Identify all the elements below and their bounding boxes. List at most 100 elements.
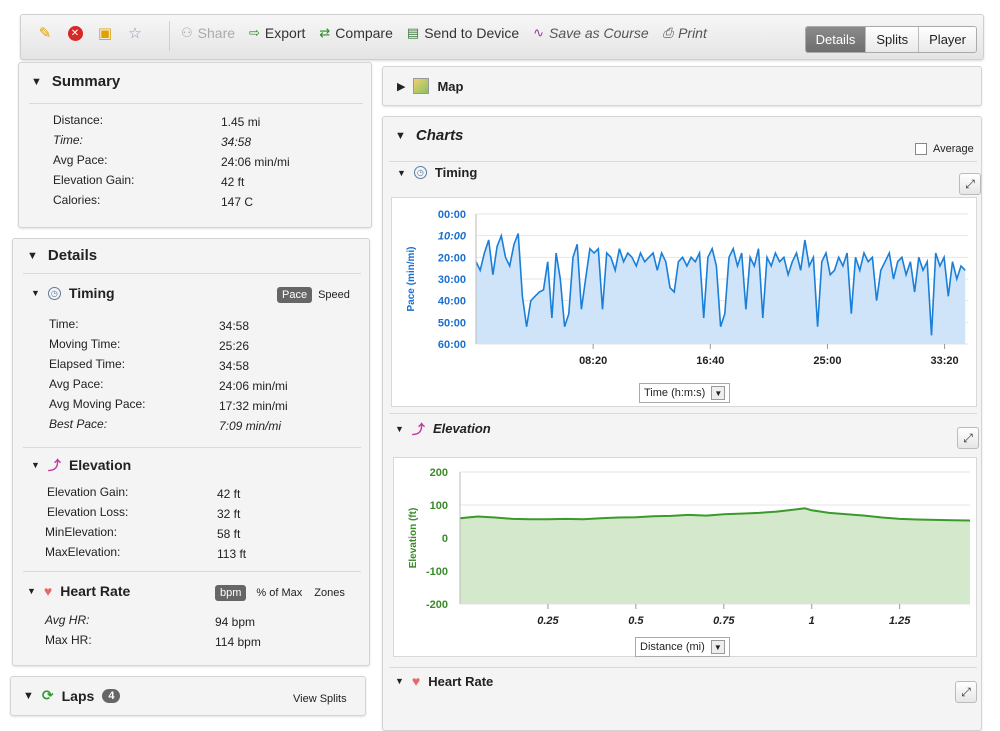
map-header[interactable]: ▶ Map [397, 78, 463, 94]
laps-count-badge: 4 [102, 688, 121, 703]
send-to-device-label: Send to Device [424, 25, 520, 41]
compare-button[interactable]: ⇄ Compare [319, 25, 393, 41]
summary-distance-value: 1.45 mi [221, 115, 261, 129]
summary-time-label: Time: [53, 133, 83, 147]
y-tick-label: -100 [426, 566, 448, 578]
pace-toggle[interactable]: Pace [277, 287, 313, 303]
average-label: Average [933, 143, 974, 155]
elevation-subheader[interactable]: ▼ ⤴ Elevation [31, 455, 131, 474]
timing-row-value: 25:26 [219, 339, 250, 353]
save-as-course-button[interactable]: ∿ Save as Course [533, 25, 649, 41]
delete-icon[interactable]: ✕ [65, 23, 85, 43]
divider [389, 413, 977, 414]
elevation-row-label: Elevation Loss: [47, 505, 129, 519]
expand-heart-rate-chart-button[interactable]: ⤢ [955, 681, 977, 703]
clock-icon: ◷ [47, 286, 61, 300]
timing-row-label: Avg Pace: [49, 377, 104, 391]
average-checkbox[interactable] [915, 143, 927, 155]
heart-rate-chart-header[interactable]: ▼ ♥ Heart Rate [395, 673, 493, 689]
timing-x-axis-select[interactable]: Time (h:m:s) ▼ [639, 383, 731, 403]
heart-rate-chart-title: Heart Rate [428, 673, 494, 689]
collapse-triangle-icon: ▼ [23, 689, 34, 702]
bpm-toggle[interactable]: bpm [215, 585, 247, 601]
timing-subheader[interactable]: ▼ ◷ Timing [31, 285, 115, 301]
elevation-area-fill [460, 508, 970, 604]
summary-avg-pace-value: 24:06 min/mi [221, 155, 290, 169]
timing-chart-header[interactable]: ▼ ◷ Timing [397, 165, 477, 180]
summary-avg-pace-label: Avg Pace: [53, 153, 108, 167]
charts-header[interactable]: ▼ Charts [395, 127, 463, 144]
elevation-title: Elevation [68, 456, 132, 473]
average-checkbox-row[interactable]: Average [915, 143, 974, 155]
expand-elevation-chart-button[interactable]: ⤢ [957, 427, 979, 449]
tab-player[interactable]: Player [918, 27, 976, 52]
elevation-row-value: 58 ft [217, 527, 241, 541]
y-tick-label: 200 [430, 467, 448, 479]
elevation-x-axis-select[interactable]: Distance (mi) ▼ [635, 637, 730, 657]
y-tick-label: 30:00 [438, 274, 466, 286]
collapse-triangle-icon: ▼ [31, 288, 40, 298]
heart-rate-title: Heart Rate [60, 583, 131, 599]
elevation-icon: ⤴ [47, 458, 61, 473]
elevation-row-label: MaxElevation: [45, 545, 121, 559]
percent-max-toggle[interactable]: % of Max [256, 587, 302, 599]
refresh-icon: ⟳ [41, 687, 54, 703]
share-button[interactable]: ⚇ Share [181, 25, 235, 41]
summary-header[interactable]: ▼ Summary [31, 73, 120, 90]
map-title: Map [437, 78, 464, 94]
chevron-down-icon: ▼ [710, 640, 725, 654]
collapse-triangle-icon: ▼ [31, 75, 42, 88]
pencil-icon[interactable]: ✎ [35, 23, 55, 43]
summary-elevation-gain-label: Elevation Gain: [53, 173, 135, 187]
lock-icon[interactable]: ▣ [95, 23, 115, 43]
laps-title: Laps [61, 687, 95, 704]
export-icon: ⇨ [249, 25, 260, 40]
export-button[interactable]: ⇨ Export [249, 25, 305, 41]
heart-rate-row-value: 114 bpm [215, 635, 261, 649]
collapse-triangle-icon: ▼ [395, 423, 404, 434]
toolbar-actions: ⚇ Share ⇨ Export ⇄ Compare ▤ Send to Device … [181, 25, 707, 41]
laps-header[interactable]: ▼ ⟳ Laps 4 [23, 687, 121, 704]
divider [23, 273, 361, 274]
heart-rate-subheader[interactable]: ▼ ♥ Heart Rate [27, 583, 130, 599]
compare-icon: ⇄ [319, 25, 331, 40]
details-header[interactable]: ▼ Details [27, 247, 97, 264]
tab-splits[interactable]: Splits [865, 27, 919, 52]
device-icon: ▤ [406, 25, 420, 40]
heart-rate-row-value: 94 bpm [215, 615, 256, 629]
map-panel: ▶ Map [382, 66, 982, 106]
chevron-down-icon: ▼ [711, 386, 726, 400]
y-tick-label: 50:00 [438, 317, 466, 329]
y-axis-label: Elevation (ft) [408, 508, 419, 569]
summary-time-value: 34:58 [221, 135, 252, 149]
elevation-x-axis-select-label: Distance (mi) [640, 641, 705, 653]
zones-toggle[interactable]: Zones [314, 587, 345, 599]
heart-rate-unit-toggle: bpm % of Max Zones [215, 585, 345, 601]
share-label: Share [197, 25, 236, 41]
timing-row-value: 34:58 [219, 359, 250, 373]
speed-toggle[interactable]: Speed [318, 289, 350, 301]
y-axis-label: Pace (min/mi) [406, 246, 417, 311]
tab-details[interactable]: Details [805, 27, 866, 52]
y-tick-label: 00:00 [438, 209, 466, 221]
collapse-triangle-icon: ▼ [27, 249, 38, 262]
divider [23, 571, 361, 572]
y-tick-label: 20:00 [438, 252, 466, 264]
summary-panel: ▼ Summary Distance: 1.45 mi Time: 34:58 … [18, 62, 372, 228]
elevation-chart-header[interactable]: ▼ ⤴ Elevation [395, 419, 491, 438]
send-to-device-button[interactable]: ▤ Send to Device [407, 25, 519, 41]
y-tick-label: 10:00 [438, 231, 467, 243]
collapse-triangle-icon: ▼ [27, 586, 36, 596]
summary-title: Summary [51, 73, 121, 90]
print-button[interactable]: ⎙ Print [663, 25, 707, 41]
timing-row-value: 34:58 [219, 319, 250, 333]
timing-x-axis-select-label: Time (h:m:s) [644, 387, 706, 399]
view-splits-link[interactable]: View Splits [293, 693, 347, 705]
star-icon[interactable]: ☆ [125, 23, 145, 43]
elevation-icon: ⤴ [411, 422, 425, 437]
compare-label: Compare [335, 25, 393, 41]
expand-timing-chart-button[interactable]: ⤢ [959, 173, 981, 195]
details-panel: ▼ Details ▼ ◷ Timing Pace Speed Time: 34… [12, 238, 370, 666]
elevation-row-label: MinElevation: [45, 525, 118, 539]
heart-icon: ♥ [411, 673, 421, 689]
